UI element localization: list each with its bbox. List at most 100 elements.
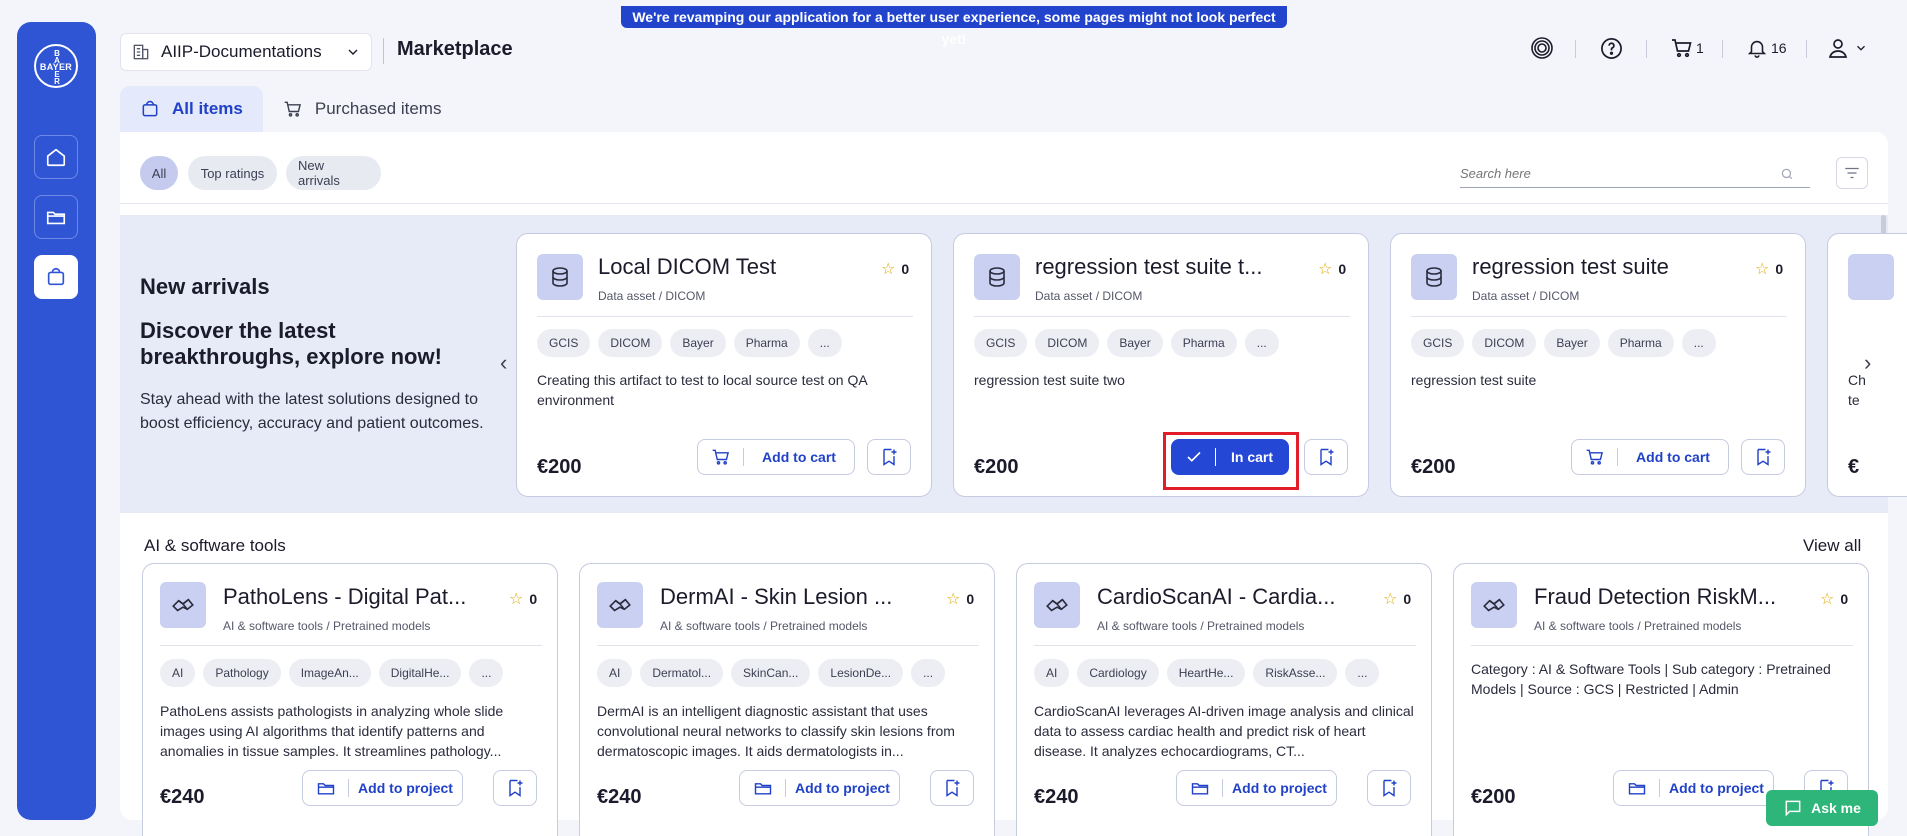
- product-description: regression test suite: [1411, 372, 1537, 388]
- tag-list: AI Pathology ImageAn... DigitalHe... ...: [160, 659, 504, 687]
- product-rating: ☆ 0: [509, 591, 538, 608]
- shopping-bag-icon: [142, 100, 158, 117]
- header-sep: [1646, 40, 1647, 58]
- tag: Pathology: [203, 659, 281, 687]
- tag: Dermatol...: [640, 659, 724, 687]
- tab-purchased-items[interactable]: Purchased items: [263, 86, 462, 132]
- add-to-cart-button[interactable]: Add to cart: [697, 439, 855, 475]
- project-select[interactable]: AIIP-Documentations: [120, 33, 372, 71]
- tag-more[interactable]: ...: [1681, 329, 1716, 357]
- tag: Pharma: [1607, 329, 1674, 357]
- view-all-link[interactable]: View all: [1803, 536, 1861, 556]
- search-icon[interactable]: [1780, 167, 1794, 181]
- add-to-project-button[interactable]: Add to project: [1176, 770, 1337, 806]
- product-rating: ☆ 0: [881, 261, 910, 278]
- product-rating: ☆ 0: [1318, 261, 1347, 278]
- add-to-project-button[interactable]: Add to project: [739, 770, 900, 806]
- tag-more[interactable]: ...: [469, 659, 504, 687]
- product-price: €240: [597, 786, 642, 808]
- notifications-button[interactable]: 16: [1746, 33, 1787, 63]
- folder-icon: [754, 783, 771, 795]
- product-card[interactable]: CardioScanAI - Cardia... AI & software t…: [1016, 563, 1432, 836]
- header-divider: [383, 38, 384, 64]
- tab-label: Purchased items: [314, 99, 442, 118]
- product-category: AI & software tools / Pretrained models: [660, 619, 868, 633]
- star-icon: ☆: [1755, 261, 1770, 278]
- filter-top-ratings[interactable]: Top ratings: [188, 156, 277, 190]
- product-card[interactable]: regression test suite Data asset / DICOM…: [1390, 233, 1806, 497]
- product-title: DermAI - Skin Lesion ...: [660, 584, 893, 609]
- carousel-prev-icon[interactable]: ‹: [500, 350, 507, 376]
- tab-all-items[interactable]: All items: [120, 86, 263, 132]
- bookmark-add-icon: [1320, 448, 1334, 466]
- product-card[interactable]: Local DICOM Test Data asset / DICOM ☆ 0 G…: [516, 233, 932, 497]
- user-menu[interactable]: [1826, 33, 1868, 63]
- header-sep: [1575, 40, 1576, 58]
- card-divider: [597, 645, 979, 646]
- nav-home[interactable]: [34, 135, 78, 179]
- network-icon: [1034, 582, 1080, 628]
- card-divider: [1411, 316, 1787, 317]
- tag: GCIS: [974, 329, 1028, 357]
- filter-new-arrivals[interactable]: New arrivals: [286, 156, 381, 190]
- nav-projects[interactable]: [34, 195, 78, 239]
- tag-list: GCIS DICOM Bayer Pharma ...: [537, 329, 842, 357]
- question-icon: [1601, 37, 1622, 59]
- bookmark-button[interactable]: [930, 770, 974, 806]
- product-title: Local DICOM Test: [598, 254, 777, 279]
- tag-more[interactable]: ...: [911, 659, 946, 687]
- marketplace-tabs: All items Purchased items: [120, 86, 461, 132]
- tag-more[interactable]: ...: [1345, 659, 1380, 687]
- filter-all[interactable]: All: [140, 156, 178, 190]
- tag: AI: [1034, 659, 1070, 687]
- tag-list: AI Cardiology HeartHe... RiskAsse... ...: [1034, 659, 1380, 687]
- product-price: €200: [974, 456, 1019, 478]
- carousel-next-icon[interactable]: ›: [1864, 350, 1871, 376]
- product-description: Ch te: [1848, 372, 1866, 408]
- bayer-logo[interactable]: BAYER BAYER: [34, 44, 78, 88]
- help-center-button[interactable]: [1530, 33, 1554, 63]
- search-input[interactable]: [1460, 166, 1780, 181]
- product-category: Data asset / DICOM: [1035, 289, 1143, 303]
- bookmark-button[interactable]: [1367, 770, 1411, 806]
- product-title: regression test suite: [1472, 254, 1669, 279]
- database-icon: [1848, 254, 1894, 300]
- add-to-project-button[interactable]: Add to project: [1613, 770, 1774, 806]
- product-rating: ☆ 0: [946, 591, 975, 608]
- product-category: AI & software tools / Pretrained models: [223, 619, 431, 633]
- shopping-bag-icon: [47, 267, 65, 286]
- ask-me-button[interactable]: Ask me: [1766, 790, 1878, 826]
- product-card[interactable]: regression test suite t... Data asset / …: [953, 233, 1369, 497]
- add-to-cart-button[interactable]: Add to cart: [1571, 439, 1729, 475]
- tag-more[interactable]: ...: [807, 329, 842, 357]
- product-card[interactable]: PathoLens - Digital Pat... AI & software…: [142, 563, 558, 836]
- bookmark-button[interactable]: [1741, 439, 1785, 475]
- product-category: Data asset / DICOM: [598, 289, 706, 303]
- tag-more[interactable]: ...: [1244, 329, 1279, 357]
- cart-button[interactable]: 1: [1670, 33, 1704, 63]
- lifebuoy-icon: [1531, 37, 1553, 59]
- bookmark-button[interactable]: [867, 439, 911, 475]
- product-description: Creating this artifact to test to local …: [537, 372, 867, 408]
- filter-button[interactable]: [1836, 157, 1868, 189]
- search-box: [1460, 160, 1810, 188]
- add-to-project-button[interactable]: Add to project: [302, 770, 463, 806]
- help-button[interactable]: [1600, 33, 1623, 63]
- building-icon: [133, 44, 149, 60]
- card-divider: [160, 645, 542, 646]
- star-icon: ☆: [509, 591, 524, 608]
- bookmark-button[interactable]: [1304, 439, 1348, 475]
- product-card[interactable]: DermAI - Skin Lesion ... AI & software t…: [579, 563, 995, 836]
- bookmark-button[interactable]: [493, 770, 537, 806]
- divider: [120, 203, 1888, 204]
- product-title: regression test suite t...: [1035, 254, 1263, 279]
- filter-lines-icon: [1845, 167, 1859, 179]
- nav-marketplace[interactable]: [34, 255, 78, 299]
- product-description: regression test suite two: [974, 372, 1125, 388]
- product-category: AI & software tools / Pretrained models: [1534, 619, 1742, 633]
- folder-icon: [317, 783, 334, 795]
- product-description: DermAI is an intelligent diagnostic assi…: [597, 703, 955, 759]
- tag: Cardiology: [1077, 659, 1159, 687]
- star-icon: ☆: [881, 261, 896, 278]
- tag: Bayer: [1107, 329, 1163, 357]
